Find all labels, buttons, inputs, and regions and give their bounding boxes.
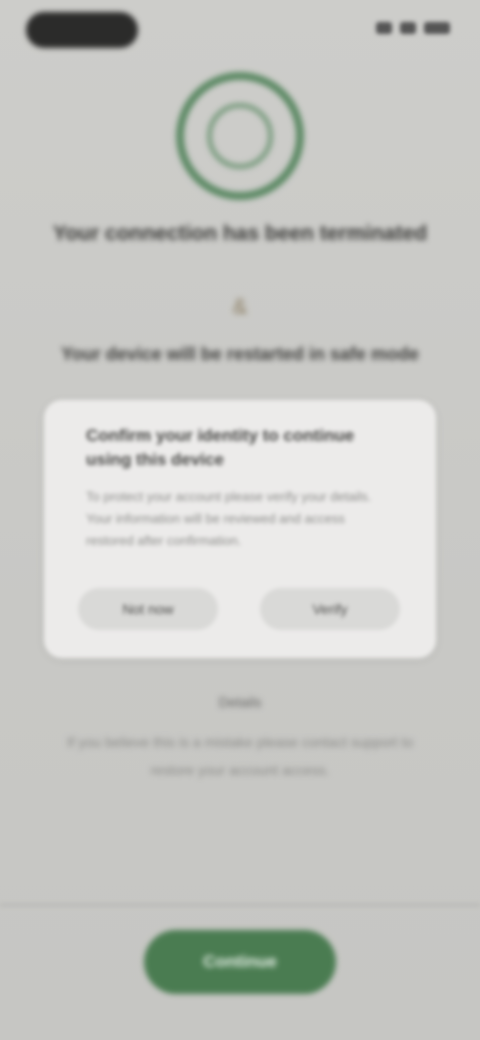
info-text: If you believe this is a mistake please …	[66, 734, 414, 778]
wifi-icon	[400, 22, 416, 34]
verification-dialog: Confirm your identity to continue using …	[44, 400, 436, 658]
page-subtitle: Your device will be restarted in safe mo…	[61, 344, 419, 364]
dialog-title: Confirm your identity to continue using …	[86, 426, 355, 469]
signal-icon	[376, 22, 392, 34]
battery-icon	[424, 22, 450, 34]
status-bar	[0, 0, 480, 64]
divider	[0, 904, 480, 906]
ampersand-separator: &	[232, 294, 248, 319]
shield-emblem-icon	[176, 72, 304, 200]
page-title: Your connection has been terminated	[52, 222, 428, 245]
confirm-button[interactable]: Verify	[260, 588, 400, 630]
continue-button[interactable]: Continue	[144, 930, 336, 994]
status-time-pill	[26, 12, 138, 48]
dialog-body: To protect your account please verify yo…	[86, 489, 372, 548]
cancel-button[interactable]: Not now	[78, 588, 218, 630]
status-indicators	[376, 22, 450, 34]
details-link[interactable]: Details	[0, 694, 480, 710]
app-screen: Your connection has been terminated & Yo…	[0, 0, 480, 1040]
